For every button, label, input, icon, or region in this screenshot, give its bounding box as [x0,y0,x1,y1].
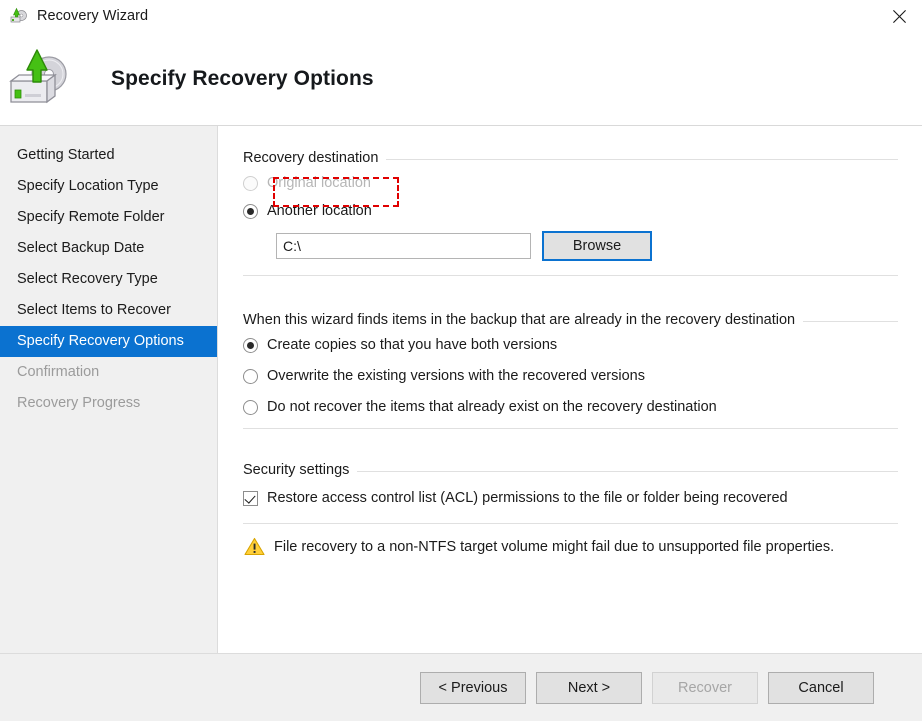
wizard-steps-sidebar: Getting Started Specify Location Type Sp… [0,126,218,653]
destination-path-input[interactable] [276,233,531,259]
security-settings-body: Restore access control list (ACL) permis… [243,490,898,524]
recovery-destination-label: Recovery destination [243,150,379,166]
browse-button[interactable]: Browse [542,231,652,261]
overwrite-option[interactable]: Overwrite the existing versions with the… [243,368,898,384]
title-bar: Recovery Wizard [0,0,922,32]
next-button[interactable]: Next > [536,671,642,704]
existing-items-body: Create copies so that you have both vers… [243,337,898,429]
previous-button[interactable]: < Previous [420,671,526,704]
sidebar-item-select-items-to-recover[interactable]: Select Items to Recover [0,295,217,326]
create-copies-radio[interactable] [243,337,258,353]
original-location-radio [243,175,258,191]
sidebar-item-select-recovery-type[interactable]: Select Recovery Type [0,264,217,295]
group-rule [386,158,898,160]
destination-path-row: Browse [276,231,898,261]
recovery-destination-group-title: Recovery destination [243,150,898,166]
recovery-disk-large-icon [3,44,81,114]
cancel-button[interactable]: Cancel [768,671,874,704]
group-rule [803,320,898,322]
recovery-destination-group: Recovery destination Original location A… [243,150,898,276]
wizard-body: Getting Started Specify Location Type Sp… [0,126,922,653]
sidebar-item-specify-remote-folder[interactable]: Specify Remote Folder [0,202,217,233]
page-title: Specify Recovery Options [111,67,374,90]
restore-acl-checkbox[interactable] [243,490,258,506]
sidebar-item-specify-recovery-options[interactable]: Specify Recovery Options [0,326,217,357]
ntfs-warning-text: File recovery to a non-NTFS target volum… [274,538,835,555]
security-settings-group-title: Security settings [243,462,898,478]
another-location-label[interactable]: Another location [267,203,372,219]
original-location-label: Original location [267,175,371,191]
ntfs-warning: File recovery to a non-NTFS target volum… [244,537,834,556]
existing-items-group-title: When this wizard finds items in the back… [243,312,898,328]
close-icon[interactable] [876,0,922,32]
sidebar-item-select-backup-date[interactable]: Select Backup Date [0,233,217,264]
sidebar-item-getting-started[interactable]: Getting Started [0,140,217,171]
do-not-recover-label[interactable]: Do not recover the items that already ex… [267,399,717,415]
existing-items-group: When this wizard finds items in the back… [243,312,898,429]
original-location-option: Original location [243,175,898,191]
warning-triangle-icon [244,537,265,556]
restore-acl-label[interactable]: Restore access control list (ACL) permis… [267,490,788,506]
do-not-recover-option[interactable]: Do not recover the items that already ex… [243,399,898,415]
restore-acl-option[interactable]: Restore access control list (ACL) permis… [243,490,898,506]
security-settings-label: Security settings [243,462,350,478]
recovery-disk-icon [9,6,29,26]
window-title: Recovery Wizard [37,8,149,24]
overwrite-label[interactable]: Overwrite the existing versions with the… [267,368,645,384]
security-settings-group: Security settings Restore access control… [243,462,898,524]
another-location-option[interactable]: Another location [243,203,898,219]
existing-items-label: When this wizard finds items in the back… [243,312,796,328]
recover-button: Recover [652,671,758,704]
page-header: Specify Recovery Options [0,32,922,126]
options-panel: Recovery destination Original location A… [218,126,922,653]
sidebar-item-confirmation: Confirmation [17,364,100,380]
do-not-recover-radio[interactable] [243,399,258,415]
wizard-footer: < Previous Next > Recover Cancel [0,653,922,721]
sidebar-item-recovery-progress: Recovery Progress [17,395,141,411]
sidebar-item-specify-location-type[interactable]: Specify Location Type [0,171,217,202]
create-copies-option[interactable]: Create copies so that you have both vers… [243,337,898,353]
recovery-destination-body: Original location Another location Brows… [243,175,898,276]
create-copies-label[interactable]: Create copies so that you have both vers… [267,337,557,353]
recovery-wizard-window: Recovery Wizard Specify Recovery Options [0,0,922,721]
group-rule [357,470,898,472]
overwrite-radio[interactable] [243,368,258,384]
another-location-radio[interactable] [243,203,258,219]
content-area: Recovery destination Original location A… [218,126,922,653]
